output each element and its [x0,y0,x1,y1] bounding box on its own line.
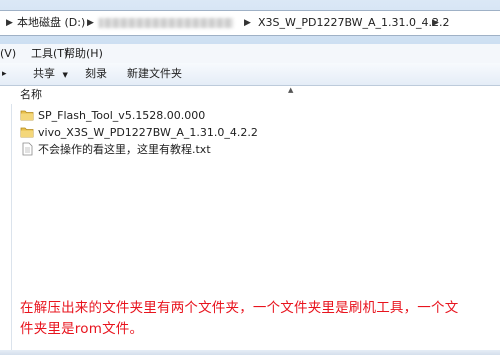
share-label: 共享 [33,67,55,80]
window-bottom-edge [0,350,500,355]
annotation-line-1: 在解压出来的文件夹里有两个文件夹，一个文件夹里是刷机工具，一个文 [20,300,459,316]
folder-icon [20,127,34,138]
burn-button[interactable]: 刻录 [85,63,107,85]
list-item[interactable]: SP_Flash_Tool_v5.1528.00.000 [18,107,318,124]
file-name: 不会操作的看这里，这里有教程.txt [38,143,211,156]
file-name: SP_Flash_Tool_v5.1528.00.000 [38,109,206,122]
column-header: 名称 ▲ [0,86,500,104]
menu-bar: (V) 工具(T) 帮助(H) [0,44,500,64]
breadcrumb-folder[interactable]: X3S_W_PD1227BW_A_1.31.0_4.2.2 [258,11,450,35]
list-item[interactable]: 不会操作的看这里，这里有教程.txt [18,141,318,158]
menu-item-tools[interactable]: 工具(T) [31,44,68,63]
new-folder-button[interactable]: 新建文件夹 [127,63,182,85]
text-file-icon [22,142,33,156]
menu-item-view[interactable]: (V) [0,44,16,63]
navigation-pane[interactable] [0,86,12,355]
chevron-right-icon[interactable]: ▶ [6,11,13,35]
toolbar: ▸ 共享 ▼ 刻录 新建文件夹 [0,63,500,86]
annotation-line-2: 件夹里是rom文件。 [20,321,144,337]
address-bar: ▶ 本地磁盘 (D:) ▶ ▶ X3S_W_PD1227BW_A_1.31.0_… [0,0,500,44]
toolbar-overflow[interactable]: ▸ [2,63,7,85]
menu-item-help[interactable]: 帮助(H) [64,44,103,63]
chevron-right-icon[interactable]: ▶ [244,11,251,35]
chevron-right-icon[interactable]: ▶ [87,11,94,35]
redacted-breadcrumb [99,18,233,28]
annotation-text: 在解压出来的文件夹里有两个文件夹，一个文件夹里是刷机工具，一个文 件夹里是rom… [20,298,498,340]
folder-icon [20,110,34,121]
chevron-right-icon[interactable]: ▶ [432,11,439,35]
list-item[interactable]: vivo_X3S_W_PD1227BW_A_1.31.0_4.2.2 [18,124,318,141]
column-header-name[interactable]: 名称 [20,86,42,104]
breadcrumb-drive[interactable]: 本地磁盘 (D:) [17,11,85,35]
chevron-down-icon: ▼ [62,71,68,79]
share-button[interactable]: 共享 ▼ [33,63,68,86]
sort-ascending-icon: ▲ [288,86,294,94]
breadcrumb[interactable]: ▶ 本地磁盘 (D:) ▶ ▶ X3S_W_PD1227BW_A_1.31.0_… [0,10,500,36]
file-name: vivo_X3S_W_PD1227BW_A_1.31.0_4.2.2 [38,126,258,139]
